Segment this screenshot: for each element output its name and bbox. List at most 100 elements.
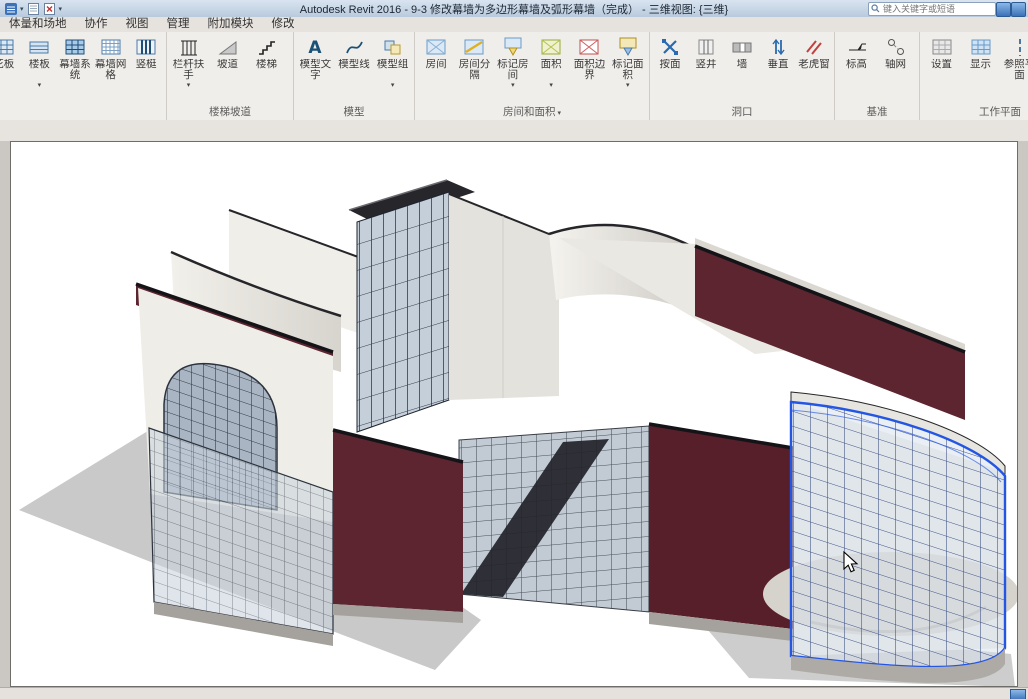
ref-plane-icon — [1000, 35, 1028, 59]
dropdown-caret-icon[interactable]: ▾ — [532, 82, 570, 89]
room-separator-button[interactable]: 房间分隔 — [455, 34, 493, 82]
tag-area-icon — [609, 35, 647, 59]
panel-label-circulation[interactable]: 楼梯坡道 — [167, 106, 293, 120]
dropdown-caret-icon[interactable]: ▾ — [609, 82, 647, 89]
vertical-opening-icon — [760, 35, 796, 59]
railing-icon — [169, 35, 208, 59]
ribbon-tab-row: 体量和场地 协作 视图 管理 附加模块 修改 — [0, 17, 1028, 33]
show-workplane-icon — [961, 35, 1000, 59]
curtain-grid-icon — [93, 35, 129, 59]
dropdown-caret-icon[interactable]: ▾ — [169, 82, 208, 89]
document-icon[interactable] — [27, 3, 40, 15]
panel-label-datum[interactable]: 基准 — [835, 106, 919, 120]
tab-collaborate[interactable]: 协作 — [76, 14, 117, 32]
panel-workplane: 设置 显示 参照平面 — [920, 32, 1028, 120]
shaft-button[interactable]: 竖井 — [688, 34, 724, 82]
status-corner-icon[interactable] — [1010, 689, 1026, 699]
revit-window: ▾ ▾ Autodesk Revit 2016 - 9-3 修改幕墙为多边形幕墙… — [0, 0, 1028, 699]
room-button[interactable]: 房间 — [417, 34, 455, 82]
level-button[interactable]: 标高 — [837, 34, 876, 82]
tag-area-button[interactable]: 标记面积 ▾ — [609, 34, 647, 89]
panel-label-workplane[interactable]: 工作平面 — [920, 106, 1028, 120]
level-icon — [837, 35, 876, 59]
wall-opening-button[interactable]: 墙 — [724, 34, 760, 82]
app-menu-icon[interactable] — [4, 3, 17, 15]
room-separator-icon — [455, 35, 493, 59]
panel-caret-icon: ▾ — [557, 110, 561, 117]
exchange-apps-icon[interactable] — [996, 2, 1011, 17]
quick-access-toolbar: ▾ ▾ — [0, 3, 62, 15]
tab-view[interactable]: 视图 — [117, 14, 158, 32]
search-icon — [869, 0, 881, 18]
panel-label-build[interactable] — [0, 106, 166, 120]
ramp-button[interactable]: 坡道 — [208, 34, 247, 82]
panel-opening: 按面 竖井 墙 垂直 — [650, 32, 835, 120]
svg-text:A: A — [309, 38, 323, 57]
model-viewport[interactable] — [10, 141, 1018, 687]
panel-label-room-area[interactable]: 房间和面积▾ — [415, 106, 649, 120]
help-icon[interactable] — [1011, 2, 1026, 17]
ramp-icon — [208, 35, 247, 59]
model-group-icon — [373, 35, 412, 59]
mullion-button[interactable]: 竖梃 — [128, 34, 164, 82]
tower-curtain-wall[interactable] — [357, 192, 449, 432]
search-input[interactable] — [881, 4, 1002, 14]
panel-circulation: 栏杆扶手 ▾ 坡道 楼梯 楼梯坡道 — [167, 32, 294, 120]
status-bar — [0, 687, 1028, 699]
model-line-icon — [335, 35, 374, 59]
dropdown-caret-icon[interactable]: ▾ — [373, 82, 412, 89]
area-button[interactable]: 面积 ▾ — [532, 34, 570, 89]
tag-room-icon — [494, 35, 532, 59]
railing-button[interactable]: 栏杆扶手 ▾ — [169, 34, 208, 89]
canvas-frame — [0, 141, 1028, 687]
shaft-icon — [688, 35, 724, 59]
options-bar — [0, 120, 1028, 142]
grid-datum-icon — [876, 35, 915, 59]
dropdown-caret-icon[interactable]: ▾ — [494, 82, 532, 89]
stair-icon — [247, 35, 286, 59]
model-text-button[interactable]: A 模型文字 — [296, 34, 335, 82]
tab-addins[interactable]: 附加模块 — [199, 14, 263, 32]
panel-label-opening[interactable]: 洞口 — [650, 106, 834, 120]
area-boundary-button[interactable]: 面积边界 — [570, 34, 608, 82]
model-text-icon: A — [296, 35, 335, 59]
vertical-opening-button[interactable]: 垂直 — [760, 34, 796, 82]
grid-button[interactable]: 轴网 — [876, 34, 915, 82]
room-icon — [417, 35, 455, 59]
qat-caret2-icon[interactable]: ▾ — [59, 5, 63, 13]
area-icon — [532, 35, 570, 59]
close-doc-icon[interactable] — [43, 3, 56, 15]
area-boundary-icon — [570, 35, 608, 59]
dormer-button[interactable]: 老虎窗 — [796, 34, 832, 82]
curtain-system-button[interactable]: 幕墙系统 — [57, 34, 93, 82]
tag-room-button[interactable]: 标记房间 ▾ — [494, 34, 532, 89]
panel-build: 花板 楼板 ▾ 幕墙系统 — [0, 32, 167, 120]
model-line-button[interactable]: 模型线 — [335, 34, 374, 82]
ceiling-button[interactable]: 花板 — [0, 34, 22, 82]
panel-label-model[interactable]: 模型 — [294, 106, 414, 120]
stair-button[interactable]: 楼梯 — [247, 34, 286, 82]
ref-plane-button[interactable]: 参照平面 — [1000, 34, 1028, 82]
curtain-grid-button[interactable]: 幕墙网格 — [93, 34, 129, 82]
tower-side-wall[interactable] — [449, 194, 559, 400]
tab-modify[interactable]: 修改 — [263, 14, 304, 32]
dormer-icon — [796, 35, 832, 59]
floor-icon — [22, 35, 58, 59]
floor-button[interactable]: 楼板 ▾ — [22, 34, 58, 89]
3d-view — [11, 142, 1017, 686]
mullion-icon — [128, 35, 164, 59]
curtain-system-icon — [57, 35, 93, 59]
show-workplane-button[interactable]: 显示 — [961, 34, 1000, 82]
set-workplane-button[interactable]: 设置 — [922, 34, 961, 82]
by-face-button[interactable]: 按面 — [652, 34, 688, 82]
qat-caret-icon[interactable]: ▾ — [20, 5, 24, 13]
panel-model: A 模型文字 模型线 模型组 ▾ 模型 — [294, 32, 415, 120]
by-face-icon — [652, 35, 688, 59]
search-box[interactable] — [868, 2, 996, 16]
dropdown-caret-icon[interactable]: ▾ — [22, 82, 58, 89]
model-group-button[interactable]: 模型组 ▾ — [373, 34, 412, 89]
tab-manage[interactable]: 管理 — [158, 14, 199, 32]
panel-room-area: 房间 房间分隔 标记房间 ▾ — [415, 32, 650, 120]
tab-massing-site[interactable]: 体量和场地 — [0, 14, 76, 32]
panel-datum: 标高 轴网 基准 — [835, 32, 920, 120]
